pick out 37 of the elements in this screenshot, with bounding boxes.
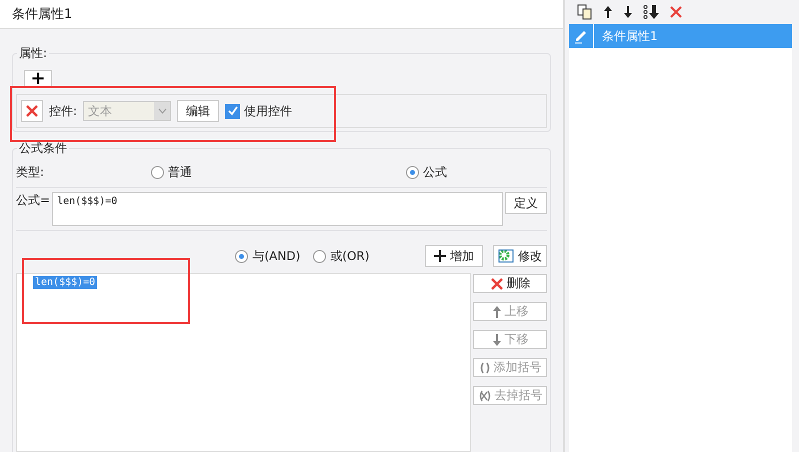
panel-title: 条件属性1 [0, 0, 563, 29]
arrow-down-icon[interactable] [623, 5, 633, 19]
close-icon [490, 276, 504, 290]
side-button[interactable]: 删除 [473, 274, 547, 293]
radio-button[interactable] [151, 166, 164, 178]
radio-label: 与(AND) [252, 248, 300, 264]
type-label: 类型: [16, 164, 46, 180]
chevron-down-icon [158, 108, 167, 114]
checkbox[interactable] [225, 104, 240, 118]
radio-label: 或(OR) [330, 248, 370, 264]
radio-button[interactable] [235, 250, 248, 262]
copy-icon[interactable] [577, 4, 593, 20]
parentheses-icon [478, 362, 490, 374]
add-condition-button[interactable]: 增加 [425, 245, 484, 267]
formula-field[interactable]: len($$$)=0 [52, 192, 503, 226]
crossed-parentheses-icon [478, 390, 492, 402]
radio-label: 公式 [423, 164, 447, 180]
group-legend: 属性: [17, 45, 50, 62]
remove-button[interactable] [21, 100, 43, 122]
arrow-down-icon [492, 332, 502, 346]
radio-label: 普通 [168, 164, 192, 180]
arrow-up-icon[interactable] [603, 5, 613, 19]
gear-icon [498, 249, 514, 263]
edit-button[interactable]: 编辑 [177, 100, 220, 122]
modify-button[interactable]: 修改 [492, 245, 547, 267]
define-button[interactable]: 定义 [505, 192, 547, 214]
arrow-up-icon [492, 304, 502, 318]
plus-icon [434, 250, 446, 262]
formula-label: 公式= [16, 192, 50, 209]
control-label: 控件: [49, 102, 78, 120]
radio-button[interactable] [313, 250, 326, 262]
radio-button[interactable] [406, 166, 419, 178]
move-to-bottom-icon[interactable] [643, 4, 659, 20]
close-icon[interactable] [669, 5, 683, 19]
pencil-icon [573, 28, 589, 44]
close-icon [25, 104, 39, 118]
checkbox-label: 使用控件 [244, 102, 292, 120]
